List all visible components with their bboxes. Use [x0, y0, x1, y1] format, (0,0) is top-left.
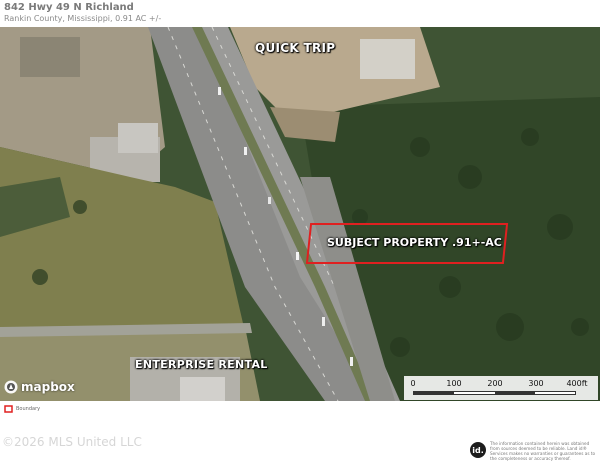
label-quick-trip: QUICK TRIP	[255, 41, 336, 55]
label-enterprise-rental: ENTERPRISE RENTAL	[135, 358, 268, 371]
mapbox-wordmark: mapbox	[21, 380, 75, 394]
scale-tick-200: 200	[487, 379, 503, 388]
scale-tick-0: 0	[410, 379, 416, 388]
map-legend: Boundary	[4, 405, 40, 413]
label-subject-property: SUBJECT PROPERTY .91+-AC	[327, 236, 502, 249]
aerial-imagery	[0, 27, 600, 401]
scale-tick-400: 400ft	[566, 379, 588, 388]
aerial-map[interactable]: QUICK TRIP ENTERPRISE RENTAL SUBJECT PRO…	[0, 27, 600, 401]
map-scale-bar: 0 100 200 300 400ft	[404, 376, 598, 400]
map-header-title: 842 Hwy 49 N Richland	[4, 2, 134, 13]
disclaimer-text: The information contained herein was obt…	[490, 441, 596, 461]
legend-boundary-label: Boundary	[16, 406, 41, 412]
boundary-swatch-icon	[4, 405, 13, 413]
map-header-subtitle: Rankin County, Mississippi, 0.91 AC +/-	[4, 14, 162, 23]
mapbox-logo-icon	[4, 380, 18, 394]
scale-line	[413, 391, 576, 395]
mapbox-attribution[interactable]: mapbox	[4, 380, 75, 394]
land-id-logo-icon: id.	[470, 442, 486, 458]
scale-tick-300: 300	[528, 379, 544, 388]
scale-tick-100: 100	[446, 379, 462, 388]
copyright-text: ©2026 MLS United LLC	[2, 435, 142, 449]
